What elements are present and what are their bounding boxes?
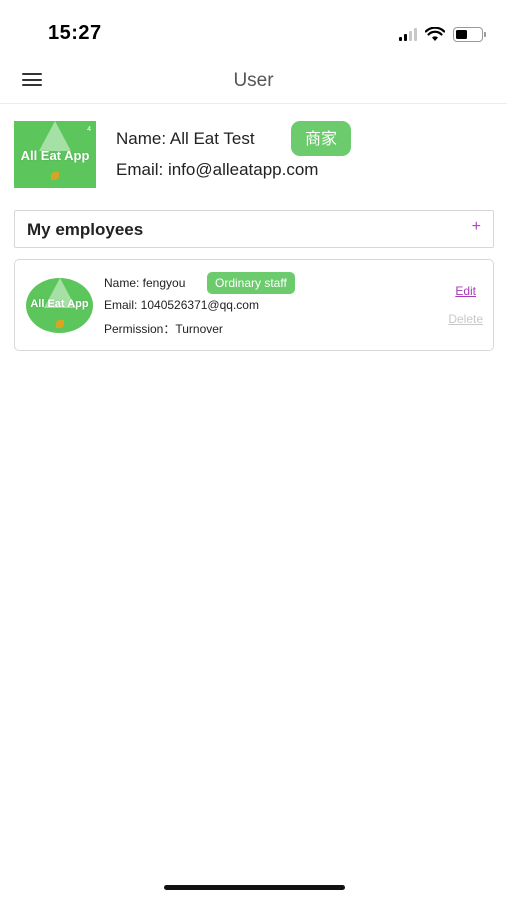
avatar-logo-text: All Eat App [30,298,89,310]
employee-card: All Eat App Name: fengyou Ordinary staff… [14,259,494,351]
merchant-logo: 4 All Eat App [14,121,96,188]
status-time: 15:27 [48,22,102,44]
employees-title: My employees [27,220,144,239]
battery-icon [453,26,486,42]
profile-email: Email: info@alleatapp.com [116,160,319,179]
delete-employee-link[interactable]: Delete [448,312,483,326]
profile-name: Name: All Eat Test [116,129,255,148]
battery-fill [456,29,467,39]
nav-bar: User [0,58,507,104]
add-employee-button[interactable]: + [472,218,481,236]
employee-email: Email: 1040526371@qq.com [104,298,259,312]
status-icons [399,24,486,44]
employee-name: Name: fengyou [104,276,186,290]
merchant-badge: 商家 [291,121,352,156]
home-indicator [164,885,345,890]
employee-avatar: All Eat App [26,278,93,333]
wifi-icon [425,26,445,41]
page-title: User [233,70,274,91]
merchant-profile: 4 All Eat App Name: All Eat Test 商家 Emai… [14,121,494,189]
edit-employee-link[interactable]: Edit [455,284,476,298]
employees-header: My employees + [14,210,494,248]
employee-role-badge: Ordinary staff [207,272,295,294]
status-bar: 15:27 [0,0,507,60]
logo-text: All Eat App [20,148,90,163]
signal-icon [399,27,417,41]
employee-permission: Permission：Turnover [104,322,223,336]
